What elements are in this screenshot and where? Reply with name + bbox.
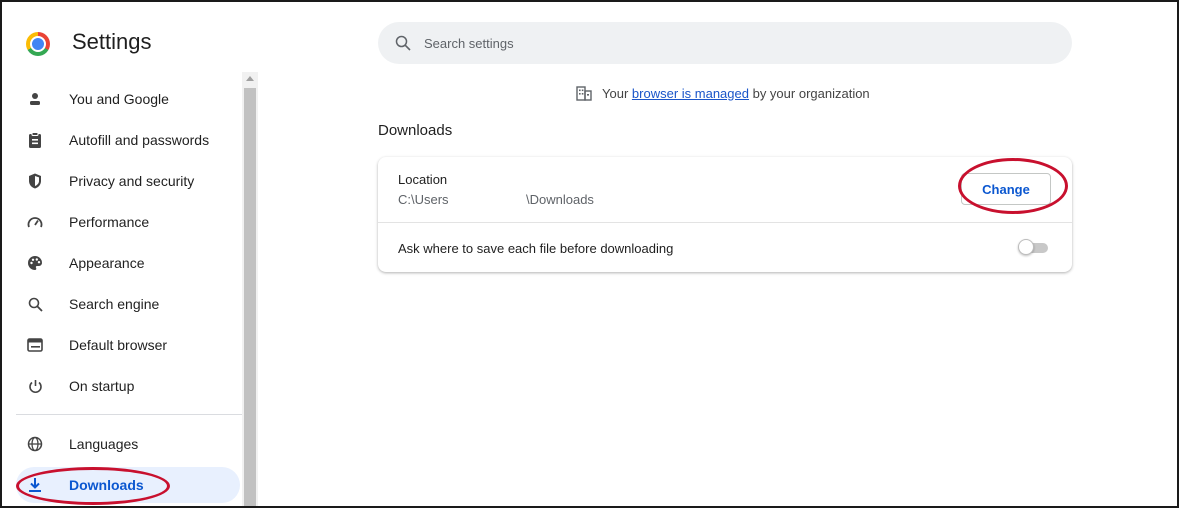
sidebar-item-on-startup[interactable]: On startup [16,368,240,404]
palette-icon [26,254,44,272]
sidebar-item-label: You and Google [69,91,169,107]
search-icon [395,35,411,51]
globe-icon [26,435,44,453]
ask-where-to-save-label: Ask where to save each file before downl… [398,241,674,256]
sidebar-item-label: Privacy and security [69,173,195,189]
location-path-start: C:\Users [398,192,449,207]
sidebar-item-default-browser[interactable]: Default browser [16,327,240,363]
shield-icon [26,172,44,190]
downloads-settings-card: Location C:\Users \Downloads Change Ask … [378,157,1072,272]
location-path-end: \Downloads [526,192,594,207]
sidebar-item-privacy[interactable]: Privacy and security [16,163,240,199]
sidebar-item-search-engine[interactable]: Search engine [16,286,240,322]
settings-window: Settings You and Google Autofill and pas… [0,0,1179,508]
sidebar-scrollbar[interactable] [242,72,258,506]
sidebar-item-label: Default browser [69,337,168,353]
clipboard-icon [26,131,44,149]
sidebar-item-appearance[interactable]: Appearance [16,245,240,281]
sidebar-item-languages[interactable]: Languages [16,426,240,462]
location-path: C:\Users \Downloads [398,192,594,207]
search-input[interactable] [424,32,1024,54]
change-location-button[interactable]: Change [961,173,1051,205]
browser-window-icon [26,336,44,354]
sidebar-item-performance[interactable]: Performance [16,204,240,240]
scrollbar-thumb[interactable] [244,88,256,506]
speedometer-icon [26,213,44,231]
ask-where-to-save-row[interactable]: Ask where to save each file before downl… [378,223,1072,272]
search-bar[interactable] [378,22,1072,64]
sidebar-divider [16,414,242,415]
browser-managed-link[interactable]: browser is managed [632,86,749,101]
sidebar-item-autofill[interactable]: Autofill and passwords [16,122,240,158]
sidebar-item-label: Downloads [69,477,144,493]
section-title-downloads: Downloads [378,122,453,139]
sidebar-item-label: Languages [69,436,139,452]
managed-notice: Your browser is managed by your organiza… [576,85,870,101]
search-icon [26,295,44,313]
sidebar-item-label: Search engine [69,296,160,312]
person-icon [26,90,44,108]
sidebar-item-label: Autofill and passwords [69,132,210,148]
page-title: Settings [72,29,152,54]
sidebar-item-downloads[interactable]: Downloads [16,467,240,503]
sidebar-item-you-and-google[interactable]: You and Google [16,81,240,117]
managed-suffix: by your organization [752,85,870,101]
download-icon [26,476,44,494]
sidebar-item-label: On startup [69,378,135,394]
building-icon [576,86,592,101]
location-label: Location [398,172,448,187]
sidebar-item-label: Performance [69,214,150,230]
scroll-up-arrow-icon[interactable] [246,76,254,81]
managed-prefix: Your [602,85,629,101]
location-row: Location C:\Users \Downloads Change [378,157,1072,223]
sidebar-item-label: Appearance [69,255,145,271]
ask-where-to-save-toggle[interactable] [1016,239,1050,255]
chrome-logo-icon [26,32,50,56]
toggle-knob [1018,239,1034,255]
power-icon [26,377,44,395]
